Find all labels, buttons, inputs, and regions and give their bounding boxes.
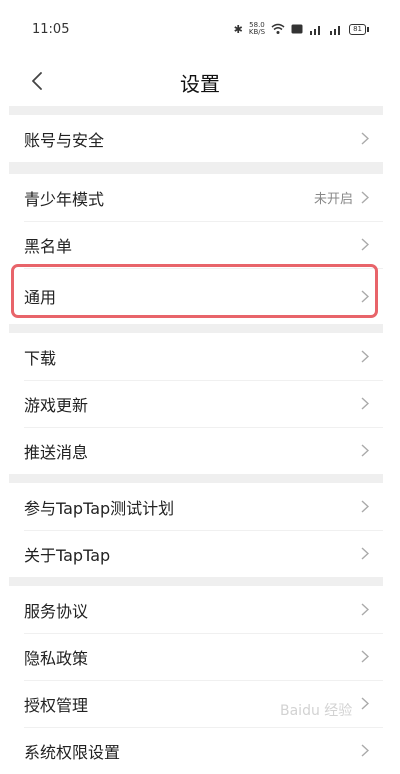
status-icons: ✱ 58.0 KB/S 81 — [233, 21, 369, 36]
settings-item-label: 服务协议 — [24, 601, 89, 621]
chevron-right-icon — [361, 650, 369, 663]
status-bar: 11:05 ✱ 58.0 KB/S 81 — [0, 0, 400, 58]
teen-mode-status: 未开启 — [313, 192, 353, 207]
settings-item-account-security[interactable]: 账号与安全 — [9, 115, 383, 162]
settings-item-blacklist[interactable]: 黑名单 — [9, 221, 383, 268]
settings-item-teen-mode[interactable]: 青少年模式 未开启 — [9, 174, 383, 221]
chevron-right-icon — [361, 132, 369, 145]
settings-item-push-messages[interactable]: 推送消息 — [9, 427, 383, 474]
chevron-right-icon — [361, 603, 369, 616]
chevron-right-icon — [361, 547, 369, 560]
page-title: 设置 — [180, 72, 220, 96]
settings-item-system-permissions[interactable]: 系统权限设置 — [9, 727, 383, 774]
status-time: 11:05 — [32, 21, 70, 37]
chevron-right-icon — [361, 191, 369, 204]
nav-bar: 设置 — [0, 58, 400, 106]
signal-icon-1 — [310, 25, 321, 35]
settings-item-game-update[interactable]: 游戏更新 — [9, 380, 383, 427]
chevron-right-icon — [361, 397, 369, 410]
settings-item-label: 关于TapTap — [24, 545, 111, 565]
settings-list: 账号与安全 青少年模式 未开启 黑名单 通用 下载 游戏更新 推送消息 参与Ta… — [9, 106, 383, 774]
settings-item-label: 黑名单 — [24, 236, 73, 256]
section-divider — [9, 577, 383, 586]
settings-item-label: 参与TapTap测试计划 — [24, 498, 175, 518]
chevron-right-icon — [361, 697, 369, 710]
section-divider — [9, 162, 383, 174]
settings-item-general[interactable]: 通用 — [9, 268, 383, 324]
settings-item-label: 账号与安全 — [24, 130, 105, 150]
settings-item-label: 授权管理 — [24, 695, 89, 715]
settings-item-test-program[interactable]: 参与TapTap测试计划 — [9, 483, 383, 530]
chevron-right-icon — [361, 744, 369, 757]
chevron-right-icon — [361, 444, 369, 457]
settings-item-service-agreement[interactable]: 服务协议 — [9, 586, 383, 633]
settings-item-about[interactable]: 关于TapTap — [9, 530, 383, 577]
section-divider — [9, 324, 383, 333]
hd-icon — [291, 24, 303, 34]
chevron-right-icon — [361, 289, 369, 303]
wifi-icon — [271, 23, 285, 34]
settings-item-label: 游戏更新 — [24, 395, 89, 415]
section-divider — [9, 106, 383, 115]
chevron-right-icon — [361, 500, 369, 513]
network-speed: 58.0 KB/S — [248, 21, 266, 36]
settings-item-label: 隐私政策 — [24, 648, 89, 668]
chevron-right-icon — [361, 238, 369, 251]
settings-item-label: 推送消息 — [24, 442, 89, 462]
settings-item-label: 青少年模式 — [24, 189, 105, 209]
settings-item-label: 通用 — [24, 288, 57, 307]
settings-item-download[interactable]: 下载 — [9, 333, 383, 380]
chevron-right-icon — [361, 350, 369, 363]
settings-item-label: 系统权限设置 — [24, 742, 121, 762]
battery-icon: 81 — [349, 23, 369, 35]
signal-icon-2 — [330, 25, 341, 35]
settings-item-label: 下载 — [24, 348, 57, 368]
section-divider — [9, 474, 383, 483]
watermark: Baidu 经验 — [280, 703, 353, 719]
bluetooth-icon: ✱ — [233, 22, 243, 36]
settings-item-privacy-policy[interactable]: 隐私政策 — [9, 633, 383, 680]
